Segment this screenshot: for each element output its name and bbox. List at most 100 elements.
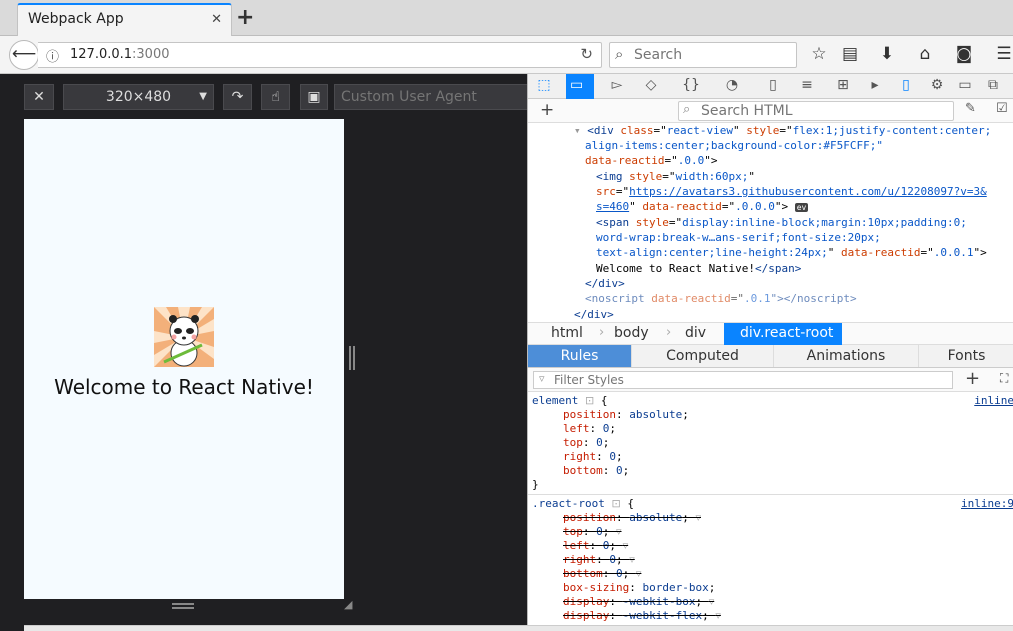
debugger-icon[interactable]: ◇ — [640, 77, 662, 93]
event-badge[interactable]: ev — [794, 203, 809, 212]
overridden-declaration[interactable]: right: 0; ▿ — [563, 553, 635, 567]
responsive-mode-icon[interactable]: ▯ — [895, 77, 917, 93]
filter-icon[interactable]: ▿ — [709, 595, 715, 608]
html-search-box[interactable]: ⌕ — [678, 101, 954, 121]
markup-line[interactable]: <noscript data-reactid=".0.1"></noscript… — [585, 291, 857, 306]
tab-webpack-app[interactable]: Webpack App ✕ — [17, 3, 232, 37]
tab-computed[interactable]: Computed — [632, 345, 774, 367]
declaration[interactable]: right: 0; — [563, 450, 623, 464]
filter-icon[interactable]: ▿ — [636, 567, 642, 580]
menu-icon[interactable]: ☰ — [993, 44, 1013, 64]
layout-icon[interactable]: ⊞ — [832, 77, 854, 93]
breadcrumb-div[interactable]: div — [685, 325, 706, 341]
tab-close-icon[interactable]: ✕ — [211, 12, 222, 27]
avatar-link[interactable]: https://avatars3.githubusercontent.com/u… — [629, 185, 987, 198]
markup-line[interactable]: <span style="display:inline-block;margin… — [596, 215, 967, 230]
markup-line[interactable]: <img style="width:60px;" — [596, 169, 755, 184]
search-input[interactable] — [634, 44, 792, 66]
breadcrumb-html[interactable]: html — [551, 325, 583, 341]
settings-gear-icon[interactable]: ⚙ — [926, 77, 948, 93]
console-icon[interactable]: ▻ — [606, 77, 628, 93]
tab-inspector[interactable]: ▭ — [566, 74, 594, 99]
filter-icon[interactable]: ▿ — [623, 539, 629, 552]
rule-source-link[interactable]: inline:9 — [961, 497, 1013, 511]
split-icon[interactable]: ⧉ — [982, 77, 1004, 93]
touch-simulation-button[interactable]: ☝ — [261, 84, 290, 110]
highlight-icon[interactable]: ⊡ — [585, 394, 594, 407]
rule-source-link[interactable]: inline — [974, 394, 1013, 408]
rdm-close-button[interactable]: ✕ — [24, 84, 54, 110]
horizontal-scrollbar[interactable] — [24, 625, 1013, 631]
filter-icon[interactable]: ▿ — [715, 609, 721, 622]
tab-title: Webpack App — [28, 11, 124, 27]
tab-animations[interactable]: Animations — [774, 345, 919, 367]
device-size-select[interactable]: 320×480 ▼ — [63, 84, 214, 110]
add-rule-icon[interactable]: + — [965, 368, 980, 389]
scratchpad-icon[interactable]: ▸ — [864, 77, 886, 93]
element-picker-icon[interactable]: ⬚ — [533, 77, 555, 93]
search-icon: ⌕ — [683, 102, 691, 117]
breadcrumb-separator-icon: › — [666, 325, 672, 340]
breadcrumb-div-react-root[interactable]: div.react-root — [724, 323, 842, 345]
overridden-declaration[interactable]: position: absolute; ▿ — [563, 511, 701, 525]
add-node-icon[interactable]: + — [540, 100, 554, 120]
url-host: 127.0.0.1 — [70, 47, 133, 62]
highlight-icon[interactable]: ⊡ — [611, 497, 620, 510]
filter-icon[interactable]: ▿ — [629, 553, 635, 566]
filter-styles-box[interactable]: ▿ — [533, 371, 953, 389]
width-resize-handle[interactable] — [349, 346, 355, 370]
filter-icon[interactable]: ▿ — [616, 525, 622, 538]
search-bar[interactable]: ⌕ — [609, 42, 797, 68]
dock-icon[interactable]: ▭ — [954, 77, 976, 93]
overridden-declaration[interactable]: display: -webkit-box; ▿ — [563, 595, 714, 609]
markup-line: data-reactid=".0.0"> — [585, 154, 718, 167]
tab-bar: Webpack App ✕ + — [0, 0, 1013, 37]
network-icon[interactable]: ≡ — [796, 77, 818, 93]
markup-line[interactable]: ▾ <div class="react-view" style="flex:1;… — [574, 123, 991, 138]
memory-icon[interactable]: ▯ — [762, 77, 784, 93]
filter-icon[interactable]: ▿ — [695, 511, 701, 524]
declaration[interactable]: position: absolute; — [563, 408, 689, 422]
markup-view[interactable]: ▾ <div class="react-view" style="flex:1;… — [528, 123, 1013, 323]
home-icon[interactable]: ⌂ — [914, 44, 936, 64]
tab-rules[interactable]: Rules — [528, 345, 632, 367]
new-tab-button[interactable]: + — [236, 5, 254, 30]
breadcrumb-body[interactable]: body — [614, 325, 649, 341]
reload-icon[interactable]: ↻ — [580, 45, 593, 63]
url-bar[interactable]: ⓘ 127.0.0.1:3000 ↻ — [38, 42, 602, 68]
bookmark-star-icon[interactable]: ☆ — [808, 44, 830, 64]
info-icon[interactable]: ⓘ — [46, 46, 59, 65]
declaration[interactable]: top: 0; — [563, 436, 609, 450]
overridden-declaration[interactable]: left: 0; ▿ — [563, 539, 628, 553]
back-arrow-icon: ⟵ — [11, 44, 37, 64]
rotate-button[interactable]: ↷ — [223, 84, 252, 110]
back-button[interactable]: ⟵ — [9, 40, 39, 70]
rotate-icon: ↷ — [231, 89, 244, 105]
device-size-label: 320×480 — [105, 89, 172, 105]
rules-view[interactable]: element ⊡ { inline position: absolute; l… — [528, 392, 1013, 631]
markup-line: align-items:center;background-color:#F5F… — [585, 139, 884, 152]
checkbox-icon[interactable]: ☑ — [996, 101, 1008, 116]
html-search-input[interactable] — [701, 102, 941, 120]
declaration[interactable]: left: 0; — [563, 422, 616, 436]
downloads-icon[interactable]: ⬇ — [876, 44, 898, 64]
markup-line: src="https://avatars3.githubusercontent.… — [596, 185, 987, 198]
device-viewport[interactable]: Welcome to React Native! — [24, 119, 344, 599]
pocket-icon[interactable]: ◙ — [953, 44, 975, 64]
declaration[interactable]: bottom: 0; — [563, 464, 629, 478]
pseudo-class-icon[interactable]: ⛶ — [1000, 371, 1008, 386]
tab-fonts[interactable]: Fonts — [919, 345, 1013, 367]
eyedropper-icon[interactable]: ✎ — [965, 101, 976, 116]
overridden-declaration[interactable]: display: -webkit-flex; ▿ — [563, 609, 721, 623]
corner-resize-handle[interactable]: ◢ — [344, 598, 352, 611]
screenshot-button[interactable]: ▣ — [300, 84, 328, 110]
overridden-declaration[interactable]: bottom: 0; ▿ — [563, 567, 641, 581]
declaration[interactable]: box-sizing: border-box; — [563, 581, 715, 595]
filter-styles-input[interactable] — [554, 372, 934, 388]
height-resize-handle[interactable] — [172, 603, 194, 609]
user-agent-input[interactable] — [334, 84, 527, 110]
performance-icon[interactable]: ◔ — [721, 77, 743, 93]
overridden-declaration[interactable]: top: 0; ▿ — [563, 525, 622, 539]
reading-list-icon[interactable]: ▤ — [839, 44, 861, 64]
style-editor-icon[interactable]: {} — [680, 77, 702, 93]
